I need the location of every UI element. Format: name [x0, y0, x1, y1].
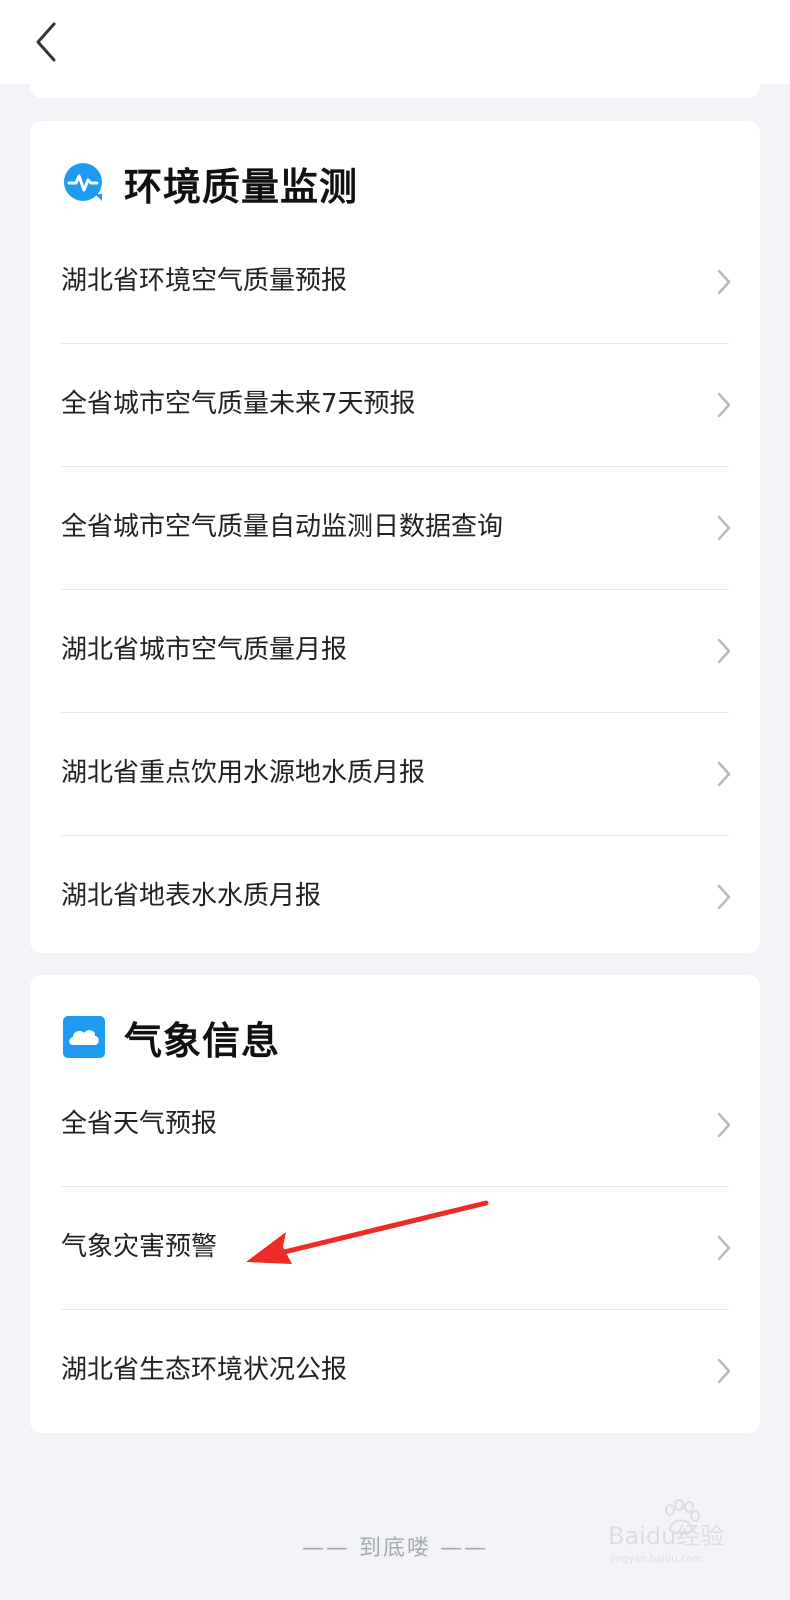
section-title: 环境质量监测 — [124, 164, 359, 209]
chevron-right-icon — [717, 761, 731, 787]
menu-item-label: 气象灾害预警 — [61, 1232, 218, 1262]
baidu-watermark: Baidu经验 jingyan.baidu.com — [606, 1488, 756, 1568]
menu-item-label: 全省天气预报 — [61, 1109, 218, 1139]
chevron-right-icon — [717, 884, 731, 910]
chevron-right-icon — [717, 515, 731, 541]
menu-item-disaster-warning[interactable]: 气象灾害预警 — [30, 1186, 760, 1309]
weather-cloud-icon — [63, 1016, 105, 1058]
section-title: 气象信息 — [124, 1018, 281, 1063]
menu-item-monthly-air-report[interactable]: 湖北省城市空气质量月报 — [30, 589, 760, 712]
menu-item-surface-water-report[interactable]: 湖北省地表水水质月报 — [30, 835, 760, 958]
top-nav-bar — [0, 0, 790, 84]
chevron-right-icon — [717, 1358, 731, 1384]
section-card-environment: 环境质量监测 湖北省环境空气质量预报 全省城市空气质量未来7天预报 全省城市空气… — [30, 121, 760, 953]
env-monitor-icon — [64, 163, 102, 201]
chevron-right-icon — [717, 638, 731, 664]
menu-item-7day-forecast[interactable]: 全省城市空气质量未来7天预报 — [30, 343, 760, 466]
menu-item-label: 湖北省城市空气质量月报 — [61, 635, 348, 665]
section-card-weather: 气象信息 全省天气预报 气象灾害预警 湖北省生态环境状况公报 — [30, 975, 760, 1433]
menu-item-eco-status-bulletin[interactable]: 湖北省生态环境状况公报 — [30, 1309, 760, 1432]
menu-item-daily-data-query[interactable]: 全省城市空气质量自动监测日数据查询 — [30, 466, 760, 589]
menu-item-label: 湖北省地表水水质月报 — [61, 881, 322, 911]
chevron-left-icon — [36, 22, 56, 62]
menu-item-label: 湖北省环境空气质量预报 — [61, 266, 348, 296]
menu-item-label: 湖北省生态环境状况公报 — [61, 1355, 348, 1385]
menu-list: 全省天气预报 气象灾害预警 湖北省生态环境状况公报 — [30, 1063, 760, 1432]
menu-item-label: 湖北省重点饮用水源地水质月报 — [61, 758, 426, 788]
menu-list: 湖北省环境空气质量预报 全省城市空气质量未来7天预报 全省城市空气质量自动监测日… — [30, 220, 760, 958]
menu-item-drinking-water-report[interactable]: 湖北省重点饮用水源地水质月报 — [30, 712, 760, 835]
chevron-right-icon — [717, 1112, 731, 1138]
section-header: 环境质量监测 — [62, 153, 358, 213]
menu-item-weather-forecast[interactable]: 全省天气预报 — [30, 1063, 760, 1186]
previous-card-bottom — [30, 84, 760, 98]
paw-logo-icon: Baidu经验 jingyan.baidu.com — [608, 1499, 724, 1565]
watermark-subtext: jingyan.baidu.com — [609, 1554, 702, 1565]
menu-item-label: 全省城市空气质量未来7天预报 — [61, 389, 416, 419]
watermark-text: Baidu经验 — [608, 1522, 724, 1550]
chevron-right-icon — [717, 392, 731, 418]
chevron-right-icon — [717, 1235, 731, 1261]
section-header: 气象信息 — [62, 1007, 280, 1067]
chevron-right-icon — [717, 269, 731, 295]
menu-item-air-quality-forecast[interactable]: 湖北省环境空气质量预报 — [30, 220, 760, 343]
back-button[interactable] — [24, 18, 72, 66]
menu-item-label: 全省城市空气质量自动监测日数据查询 — [61, 512, 504, 542]
